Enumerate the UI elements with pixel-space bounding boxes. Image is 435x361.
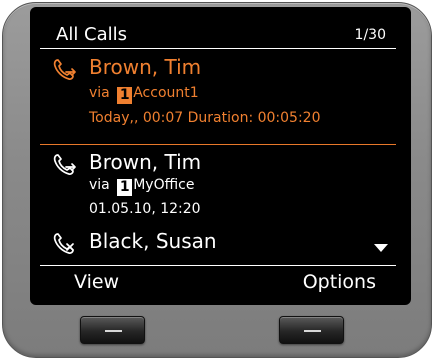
call-list-item[interactable]: Brown, Tim via 1 MyOffice 01.05.10, 12:20 bbox=[40, 146, 396, 226]
key-dash-icon bbox=[304, 330, 321, 332]
caller-name: Brown, Tim bbox=[89, 150, 202, 174]
via-account-line: via 1 Account1 bbox=[89, 84, 199, 104]
softkey-view[interactable]: View bbox=[74, 270, 119, 294]
display-screen: All Calls 1/30 Brown, Tim via 1 Account1 … bbox=[40, 22, 396, 297]
call-date: 01.05.10, 12:20 bbox=[89, 201, 201, 217]
key-dash-icon bbox=[105, 330, 122, 332]
account-name: MyOffice bbox=[133, 177, 195, 193]
right-display-key[interactable] bbox=[279, 316, 344, 344]
missed-call-icon bbox=[53, 233, 74, 254]
via-account-line: via 1 MyOffice bbox=[89, 176, 194, 196]
call-list-item[interactable]: Black, Susan bbox=[40, 225, 396, 257]
softkey-options[interactable]: Options bbox=[303, 270, 376, 294]
caller-name: Black, Susan bbox=[89, 229, 217, 253]
call-date-duration: Today,, 00:07 Duration: 00:05:20 bbox=[89, 110, 321, 126]
softkey-bar: View Options bbox=[40, 265, 396, 297]
call-list-item-selected[interactable]: Brown, Tim via 1 Account1 Today,, 00:07 D… bbox=[40, 51, 396, 145]
account-number-badge: 1 bbox=[117, 179, 133, 196]
account-number-badge: 1 bbox=[117, 87, 133, 104]
call-forwarded-icon bbox=[53, 154, 76, 175]
left-display-key[interactable] bbox=[80, 316, 145, 344]
via-label: via bbox=[89, 85, 110, 101]
scroll-down-icon[interactable] bbox=[374, 244, 388, 252]
screen-header: All Calls 1/30 bbox=[40, 22, 396, 49]
page-title: All Calls bbox=[56, 24, 128, 45]
caller-name: Brown, Tim bbox=[89, 55, 202, 79]
call-forwarded-icon bbox=[53, 59, 76, 80]
via-label: via bbox=[89, 177, 110, 193]
account-name: Account1 bbox=[133, 85, 199, 101]
list-position-counter: 1/30 bbox=[354, 27, 386, 43]
